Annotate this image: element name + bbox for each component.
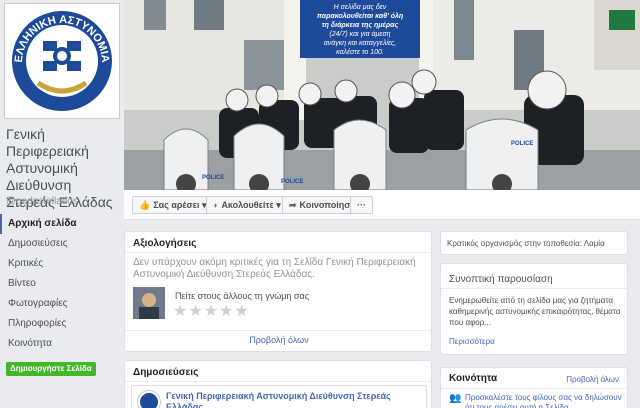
post-author-name[interactable]: Γενική Περιφερειακή Αστυνομική Διεύθυνση… (166, 391, 416, 408)
summary-card: Συνοπτική παρουσίαση Ενημερωθείτε από τη… (440, 263, 629, 355)
like-button[interactable]: 👍 Σας αρέσει ▾ (132, 196, 214, 214)
reviews-title: Αξιολογήσεις (133, 238, 197, 249)
page-handle[interactable]: @gadpstellados (6, 196, 78, 207)
rss-icon: ◗ (213, 200, 219, 210)
nav-item-about[interactable]: Πληροφορίες (0, 314, 124, 334)
star-icon[interactable]: ★ (234, 303, 249, 320)
user-avatar[interactable] (133, 287, 165, 319)
page-action-bar: 👍 Σας αρέσει ▾ ◗ Ακολουθείτε ▾ ➦ Κοινοποίησ… (124, 190, 640, 220)
star-icon[interactable]: ★ (173, 303, 188, 320)
nav-item-photos[interactable]: Φωτογραφίες (0, 294, 124, 314)
nav-item-community[interactable]: Κοινότητα (0, 334, 124, 354)
police-logo: ΕΛΛΗΝΙΚΗ ΑΣΤΥΝΟΜΙΑ (8, 7, 116, 115)
cover-photo[interactable]: Η σελίδα μας δεν παρακολουθείται καθ' όλ… (124, 0, 640, 190)
posts-title: Δημοσιεύσεις (133, 367, 199, 378)
star-icon[interactable]: ★ (204, 303, 219, 320)
avatar-image (133, 287, 165, 319)
moto-label-left: POLICE (202, 175, 225, 181)
star-rating[interactable]: ★★★★★ (173, 301, 250, 321)
follow-button[interactable]: ◗ Ακολουθείτε ▾ (206, 196, 288, 214)
reviews-empty-text: Δεν υπάρχουν ακόμη κριτικές για τη Σελίδ… (133, 257, 416, 280)
nav-item-reviews[interactable]: Κριτικές (0, 254, 124, 274)
summary-title: Συνοπτική παρουσίαση (449, 274, 553, 285)
org-type-text: Κρατικός οργανισμός στην τοποθεσία: Λαμί… (447, 239, 605, 248)
summary-more-link[interactable]: Περισσότερα (449, 337, 495, 346)
community-see-all-link[interactable]: Προβολή όλων (566, 375, 619, 384)
thumbs-up-icon: 👍 (139, 200, 151, 210)
invite-friends-icon: 👥 (449, 393, 462, 404)
posts-card: Δημοσιεύσεις Γενική Περιφερειακή Αστυνομ… (124, 360, 433, 408)
community-card: Κοινότητα Προβολή όλων 👥 Προσκαλέστε του… (440, 367, 629, 408)
post-item: Γενική Περιφερειακή Αστυνομική Διεύθυνση… (131, 385, 427, 408)
nav-item-videos[interactable]: Βίντεο (0, 274, 124, 294)
nav-item-posts[interactable]: Δημοσιεύσεις (0, 234, 124, 254)
reviews-card: Αξιολογήσεις Δεν υπάρχουν ακόμη κριτικές… (124, 231, 433, 352)
star-icon[interactable]: ★ (188, 303, 203, 320)
moto-label-mid: POLICE (281, 179, 304, 185)
create-page-button[interactable]: Δημιουργήστε Σελίδα (6, 362, 96, 376)
moto-label-right: POLICE (511, 141, 534, 147)
reviews-see-all-link[interactable]: Προβολή όλων (125, 335, 433, 345)
more-button[interactable]: ··· (350, 196, 373, 214)
nav-item-home[interactable]: Αρχική σελίδα (0, 214, 124, 234)
share-arrow-icon: ➦ (289, 200, 297, 210)
community-title: Κοινότητα (449, 373, 498, 384)
profile-picture[interactable]: ΕΛΛΗΝΙΚΗ ΑΣΤΥΝΟΜΙΑ (4, 3, 120, 119)
review-prompt: Πείτε στους άλλους τη γνώμη σας (175, 291, 310, 301)
org-info-card: Κρατικός οργανισμός στην τοποθεσία: Λαμί… (440, 231, 628, 255)
star-icon[interactable]: ★ (219, 303, 234, 320)
cover-notice: Η σελίδα μας δεν παρακολουθείται καθ' όλ… (300, 0, 420, 58)
page-nav: Αρχική σελίδα Δημοσιεύσεις Κριτικές Βίντ… (0, 214, 124, 354)
summary-text: Ενημερωθείτε από τη σελίδα μας για ζητήμ… (449, 296, 621, 327)
invite-friends-link[interactable]: Προσκαλέστε τους φίλους σας να δηλώσουν … (465, 393, 623, 408)
police-emblem-icon: ΕΛΛΗΝΙΚΗ ΑΣΤΥΝΟΜΙΑ (12, 11, 112, 111)
post-author-avatar[interactable] (138, 391, 160, 408)
left-column: ΕΛΛΗΝΙΚΗ ΑΣΤΥΝΟΜΙΑ Γενική Περιφερειακή Α… (0, 0, 124, 408)
